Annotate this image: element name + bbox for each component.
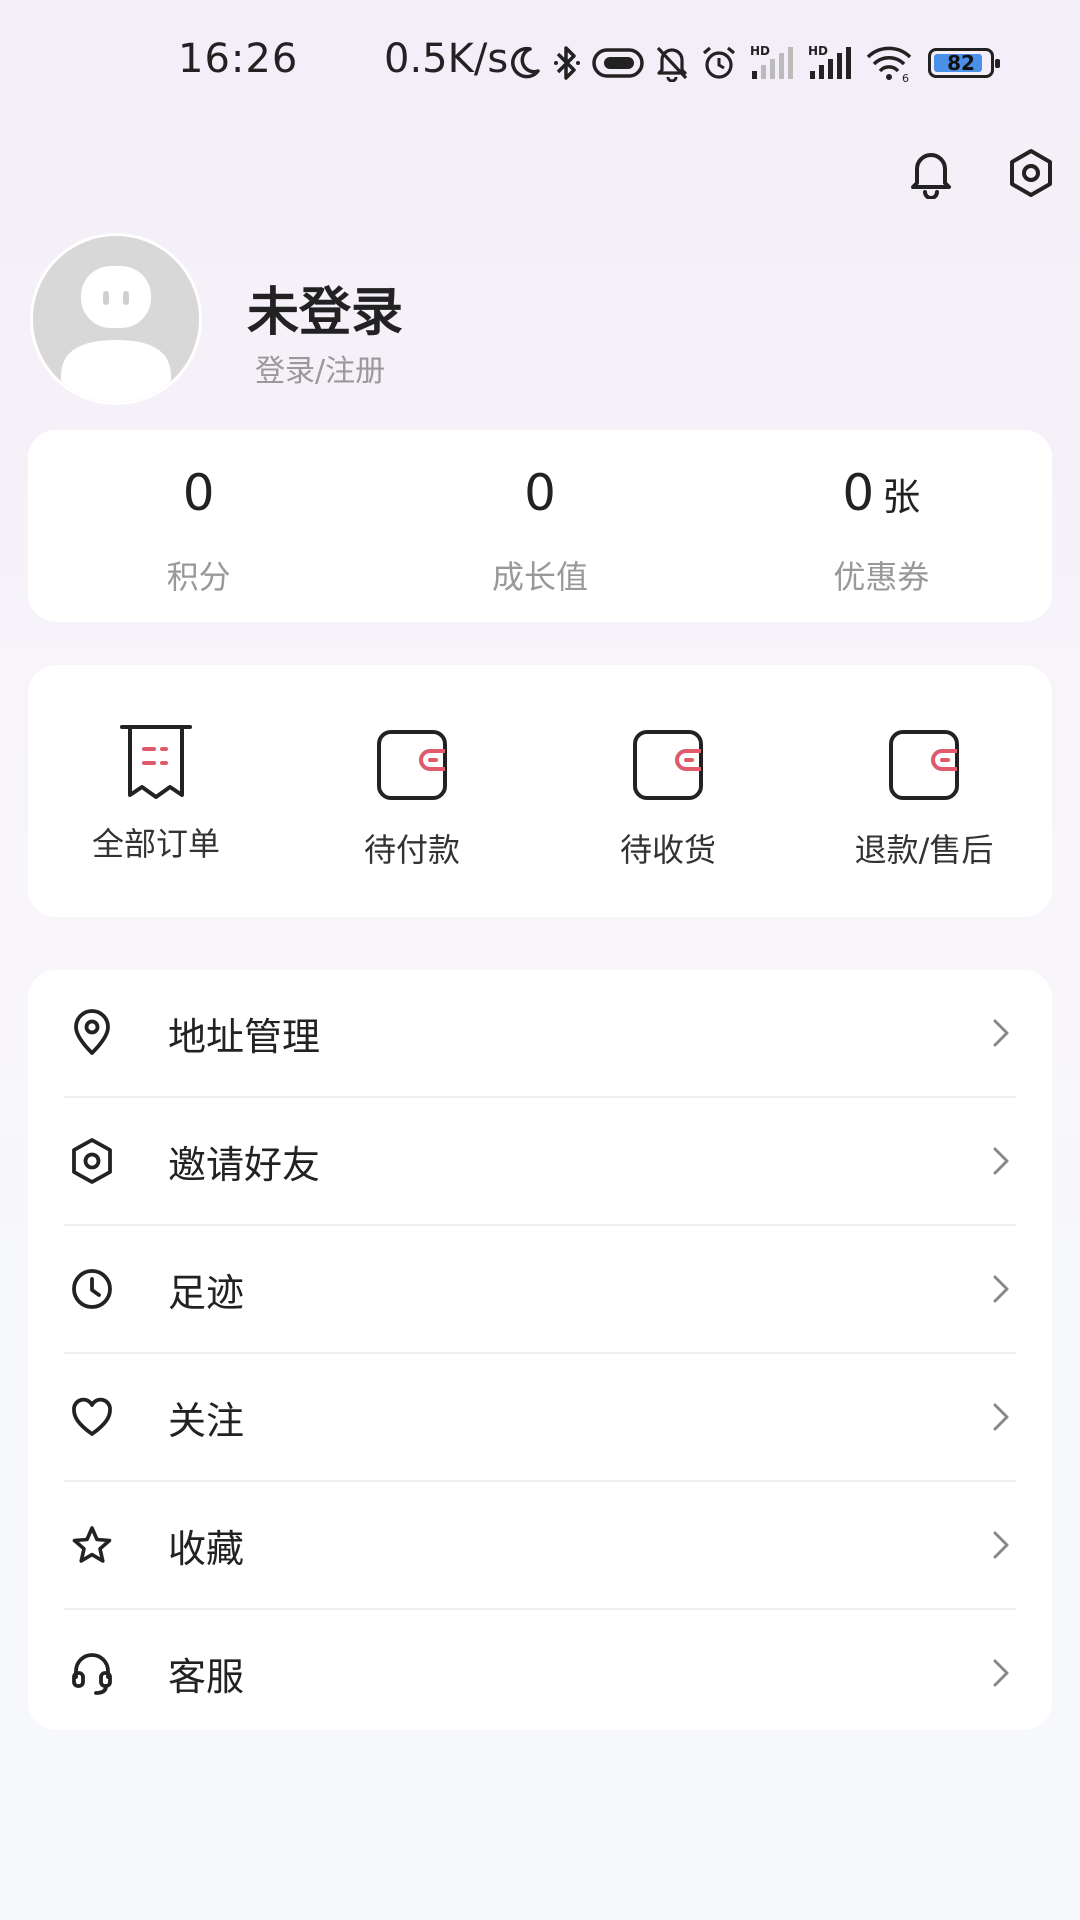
stat-value: 0 (182, 464, 215, 522)
location-pin-icon (74, 1009, 110, 1055)
menu-label: 足迹 (168, 1270, 245, 1315)
alarm-icon (702, 46, 736, 79)
menu-label: 客服 (168, 1654, 245, 1699)
wifi-icon: 6 (866, 46, 912, 83)
status-time: 16:26 (178, 36, 299, 82)
orders-card: 全部订单 待付款 待收货 退款/售后 (28, 665, 1052, 917)
heart-icon (72, 1397, 112, 1436)
profile-name: 未登录 (247, 283, 404, 343)
wallet-icon (377, 730, 447, 800)
headset-icon (72, 1653, 112, 1695)
chevron-right-icon (993, 1019, 1009, 1047)
receipt-icon (120, 725, 192, 799)
hexagon-icon (72, 1138, 112, 1184)
stat-value: 0 (524, 464, 556, 522)
battery-level: 82 (947, 51, 975, 75)
menu-item-favorites[interactable]: 收藏 (64, 1480, 1016, 1608)
order-pending-payment[interactable]: 待付款 (284, 665, 540, 917)
moon-icon (511, 46, 540, 79)
header-actions (906, 145, 1056, 201)
order-label: 待收货 (619, 831, 716, 869)
svg-text:6: 6 (902, 72, 909, 83)
battery-icon: 82 (928, 48, 1000, 78)
status-net-speed: 0.5K/s (384, 36, 509, 82)
menu-item-invite[interactable]: 邀请好友 (64, 1096, 1016, 1224)
signal-hd-icon: HD (808, 44, 851, 79)
order-pending-receipt[interactable]: 待收货 (540, 665, 796, 917)
default-avatar-icon (33, 236, 199, 402)
status-icons: HD HD 6 82 (510, 38, 1000, 88)
wallet-icon (889, 730, 959, 800)
settings-button[interactable] (1006, 145, 1056, 201)
stat-value: 0 (842, 464, 875, 522)
stat-points[interactable]: 0 积分 (28, 430, 369, 622)
stat-unit: 张 (882, 475, 921, 519)
notification-button[interactable] (906, 145, 956, 201)
login-register-link[interactable]: 登录/注册 (255, 346, 385, 390)
bell-icon (911, 153, 951, 199)
order-label: 退款/售后 (854, 831, 994, 869)
menu-card: 地址管理 邀请好友 足迹 关注 收藏 客服 (28, 970, 1052, 1730)
order-refund[interactable]: 退款/售后 (796, 665, 1052, 917)
wallet-icon (633, 730, 703, 800)
bluetooth-icon (554, 46, 580, 80)
avatar[interactable] (30, 233, 202, 405)
menu-label: 收藏 (168, 1526, 245, 1571)
stat-label: 积分 (166, 558, 231, 596)
star-icon (72, 1526, 112, 1563)
order-label: 全部订单 (91, 825, 220, 863)
menu-item-customer-service[interactable]: 客服 (64, 1608, 1016, 1736)
chevron-right-icon (993, 1531, 1009, 1559)
stat-label: 优惠券 (833, 558, 930, 596)
chevron-right-icon (993, 1275, 1009, 1303)
menu-label: 地址管理 (168, 1014, 321, 1059)
chevron-right-icon (993, 1147, 1009, 1175)
toggle-icon (592, 48, 644, 78)
stat-growth[interactable]: 0 成长值 (369, 430, 710, 622)
menu-label: 关注 (168, 1398, 245, 1443)
order-all[interactable]: 全部订单 (28, 665, 284, 917)
svg-text:HD: HD (808, 44, 828, 58)
settings-hexagon-icon (1010, 149, 1052, 197)
order-label: 待付款 (363, 831, 460, 869)
mute-bell-icon (656, 46, 688, 82)
svg-text:HD: HD (750, 44, 770, 58)
chevron-right-icon (993, 1403, 1009, 1431)
menu-label: 邀请好友 (168, 1142, 321, 1187)
menu-item-follow[interactable]: 关注 (64, 1352, 1016, 1480)
menu-item-address[interactable]: 地址管理 (64, 970, 1016, 1096)
stat-coupons[interactable]: 0 张 优惠券 (711, 430, 1052, 622)
status-bar: 16:26 0.5K/s HD HD 6 82 (0, 0, 1080, 120)
clock-icon (72, 1269, 112, 1309)
signal-hd-icon: HD (750, 44, 793, 79)
chevron-right-icon (993, 1659, 1009, 1687)
menu-item-footprint[interactable]: 足迹 (64, 1224, 1016, 1352)
stats-card: 0 积分 0 成长值 0 张 优惠券 (28, 430, 1052, 622)
stat-label: 成长值 (491, 558, 588, 596)
